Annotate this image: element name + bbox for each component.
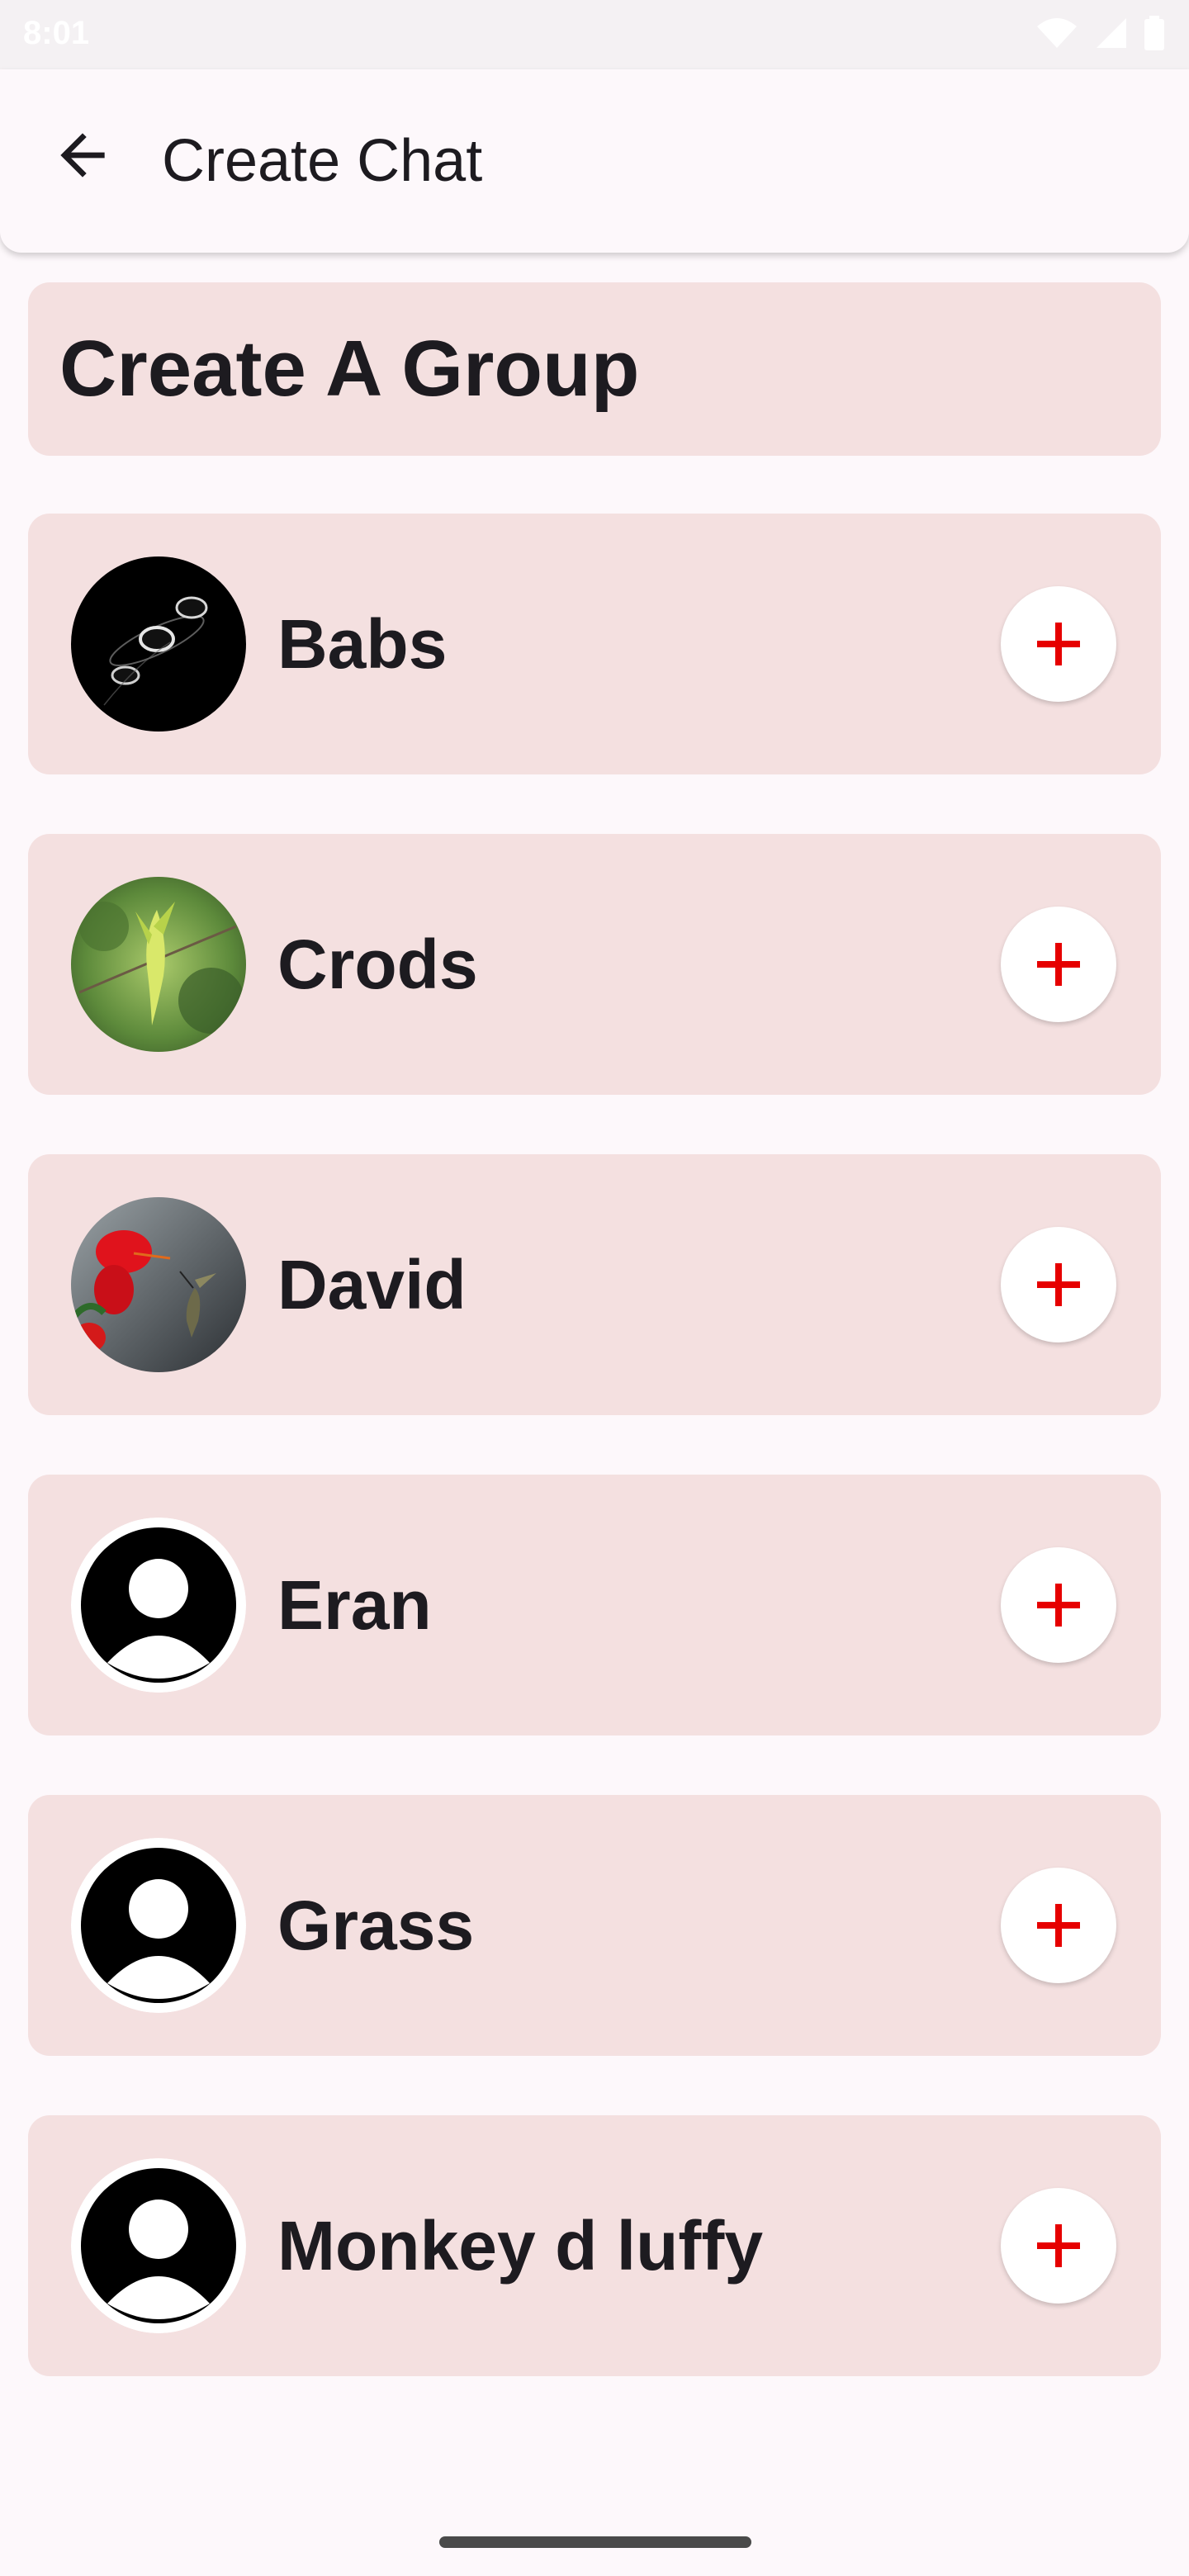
contact-name: Grass	[277, 1887, 475, 1964]
contact-card[interactable]: David	[28, 1154, 1161, 1415]
plus-icon	[1037, 1904, 1080, 1947]
avatar	[71, 1838, 246, 2013]
home-indicator[interactable]	[439, 2536, 751, 2548]
contact-name: Babs	[277, 605, 448, 683]
default-person-avatar-icon	[71, 2158, 246, 2333]
back-button[interactable]	[33, 106, 132, 205]
contact-name: Crods	[277, 926, 478, 1003]
add-contact-button[interactable]	[1001, 1868, 1116, 1983]
default-person-avatar-icon	[71, 1518, 246, 1693]
add-contact-button[interactable]	[1001, 2188, 1116, 2304]
plus-icon	[1037, 2224, 1080, 2267]
contact-card[interactable]: Eran	[28, 1475, 1161, 1735]
battery-icon	[1144, 16, 1164, 50]
avatar	[71, 1197, 246, 1372]
hummingbird-hibiscus-photo-icon	[71, 1197, 246, 1372]
contact-name: David	[277, 1246, 467, 1324]
add-contact-button[interactable]	[1001, 586, 1116, 702]
contact-name: Monkey d luffy	[277, 2207, 764, 2285]
avatar	[71, 556, 246, 732]
page-title: Create Chat	[162, 128, 483, 194]
arrow-back-icon	[60, 133, 105, 178]
plus-icon	[1037, 943, 1080, 986]
app-bar: Create Chat	[0, 69, 1189, 253]
wifi-icon	[1037, 18, 1077, 48]
status-bar: 8:01	[0, 0, 1189, 69]
eclipse-photo-icon	[71, 556, 246, 732]
plus-icon	[1037, 623, 1080, 665]
default-person-avatar-icon	[71, 1838, 246, 2013]
create-group-card[interactable]: Create A Group	[28, 282, 1161, 456]
bird-photo-icon	[71, 877, 246, 1052]
contact-name: Eran	[277, 1566, 432, 1644]
add-contact-button[interactable]	[1001, 907, 1116, 1022]
create-group-title: Create A Group	[59, 324, 640, 413]
add-contact-button[interactable]	[1001, 1547, 1116, 1663]
status-time: 8:01	[23, 15, 90, 51]
contact-card[interactable]: Monkey d luffy	[28, 2115, 1161, 2376]
avatar	[71, 2158, 246, 2333]
add-contact-button[interactable]	[1001, 1227, 1116, 1342]
plus-icon	[1037, 1584, 1080, 1627]
avatar	[71, 1518, 246, 1693]
contact-card[interactable]: Crods	[28, 834, 1161, 1095]
avatar	[71, 877, 246, 1052]
signal-icon	[1097, 18, 1126, 48]
plus-icon	[1037, 1263, 1080, 1306]
status-icons	[1035, 15, 1164, 51]
contact-card[interactable]: Grass	[28, 1795, 1161, 2056]
contact-card[interactable]: Babs	[28, 514, 1161, 774]
